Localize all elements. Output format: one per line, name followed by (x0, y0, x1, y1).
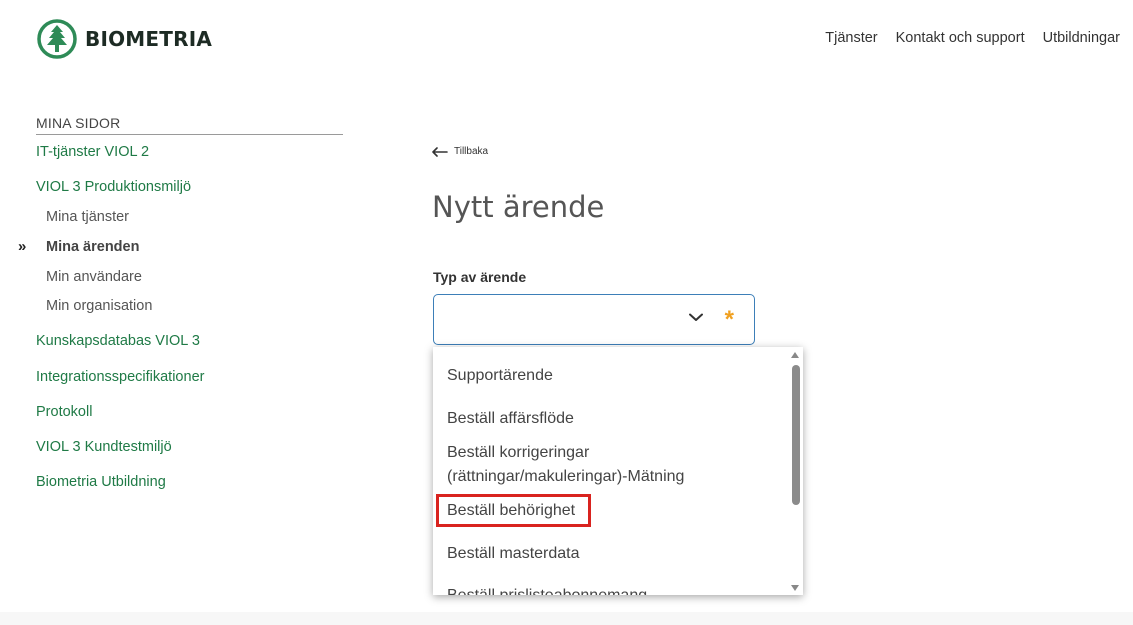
sidebar-title: MINA SIDOR (36, 115, 343, 135)
sidebar-item-min-anvandare[interactable]: Min användare (46, 269, 142, 285)
typ-av-arende-select[interactable]: * (433, 294, 755, 345)
tree-logo-icon (37, 19, 77, 59)
back-label: Tillbaka (454, 146, 489, 157)
top-navigation: Tjänster Kontakt och support Utbildninga… (825, 30, 1120, 46)
back-link[interactable]: Tillbaka (432, 146, 488, 157)
sidebar-item-mina-arenden[interactable]: Mina ärenden (46, 239, 139, 255)
field-label-typ-av-arende: Typ av ärende (433, 269, 527, 285)
nav-utbildningar[interactable]: Utbildningar (1043, 30, 1120, 46)
option-bestall-masterdata[interactable]: Beställ masterdata (447, 542, 580, 565)
sidebar-item-it-viol2[interactable]: IT-tjänster VIOL 2 (36, 144, 149, 160)
option-bestall-affarsflode[interactable]: Beställ affärsflöde (447, 407, 574, 430)
biometria-logo[interactable]: BIOMETRIA (37, 19, 212, 59)
nav-tjanster[interactable]: Tjänster (825, 30, 877, 46)
active-chevron-icon: » (18, 238, 27, 255)
sidebar-item-viol3-kundtestmiljo[interactable]: VIOL 3 Kundtestmiljö (36, 439, 172, 455)
arrow-left-icon (432, 146, 448, 157)
sidebar-item-biometria-utbildning[interactable]: Biometria Utbildning (36, 474, 166, 490)
sidebar-item-integrationsspecifikationer[interactable]: Integrationsspecifikationer (36, 369, 204, 385)
option-bestall-prislisteabonnemang[interactable]: Beställ prislisteabonnemang (447, 584, 647, 595)
required-asterisk: * (724, 306, 734, 333)
sidebar-item-kunskapsdatabas[interactable]: Kunskapsdatabas VIOL 3 (36, 333, 200, 349)
sidebar-item-mina-tjanster[interactable]: Mina tjänster (46, 209, 129, 225)
sidebar-item-viol3-produktionsmiljo[interactable]: VIOL 3 Produktionsmiljö (36, 179, 191, 195)
option-bestall-behorighet[interactable]: Beställ behörighet (447, 499, 575, 522)
scroll-down-arrow-icon[interactable] (791, 585, 799, 591)
sidebar: MINA SIDOR IT-tjänster VIOL 2 VIOL 3 Pro… (18, 115, 343, 490)
footer-band (0, 612, 1133, 625)
scrollbar-thumb[interactable] (792, 365, 800, 505)
logo-wordmark: BIOMETRIA (85, 27, 213, 51)
chevron-down-icon (689, 313, 703, 321)
option-supportarende[interactable]: Supportärende (447, 364, 553, 387)
sidebar-item-protokoll[interactable]: Protokoll (36, 404, 92, 420)
typ-av-arende-dropdown: Supportärende Beställ affärsflöde Bestäl… (433, 347, 803, 595)
scroll-up-arrow-icon[interactable] (791, 352, 799, 358)
sidebar-item-min-organisation[interactable]: Min organisation (46, 298, 152, 314)
option-bestall-korrigeringar[interactable]: Beställ korrigeringar (447, 441, 589, 464)
page-title: Nytt ärende (432, 190, 605, 224)
dropdown-scrollbar[interactable] (788, 347, 803, 595)
option-bestall-korrigeringar-line2[interactable]: (rättningar/makuleringar)-Mätning (447, 465, 684, 488)
nav-kontakt-och-support[interactable]: Kontakt och support (896, 30, 1025, 46)
